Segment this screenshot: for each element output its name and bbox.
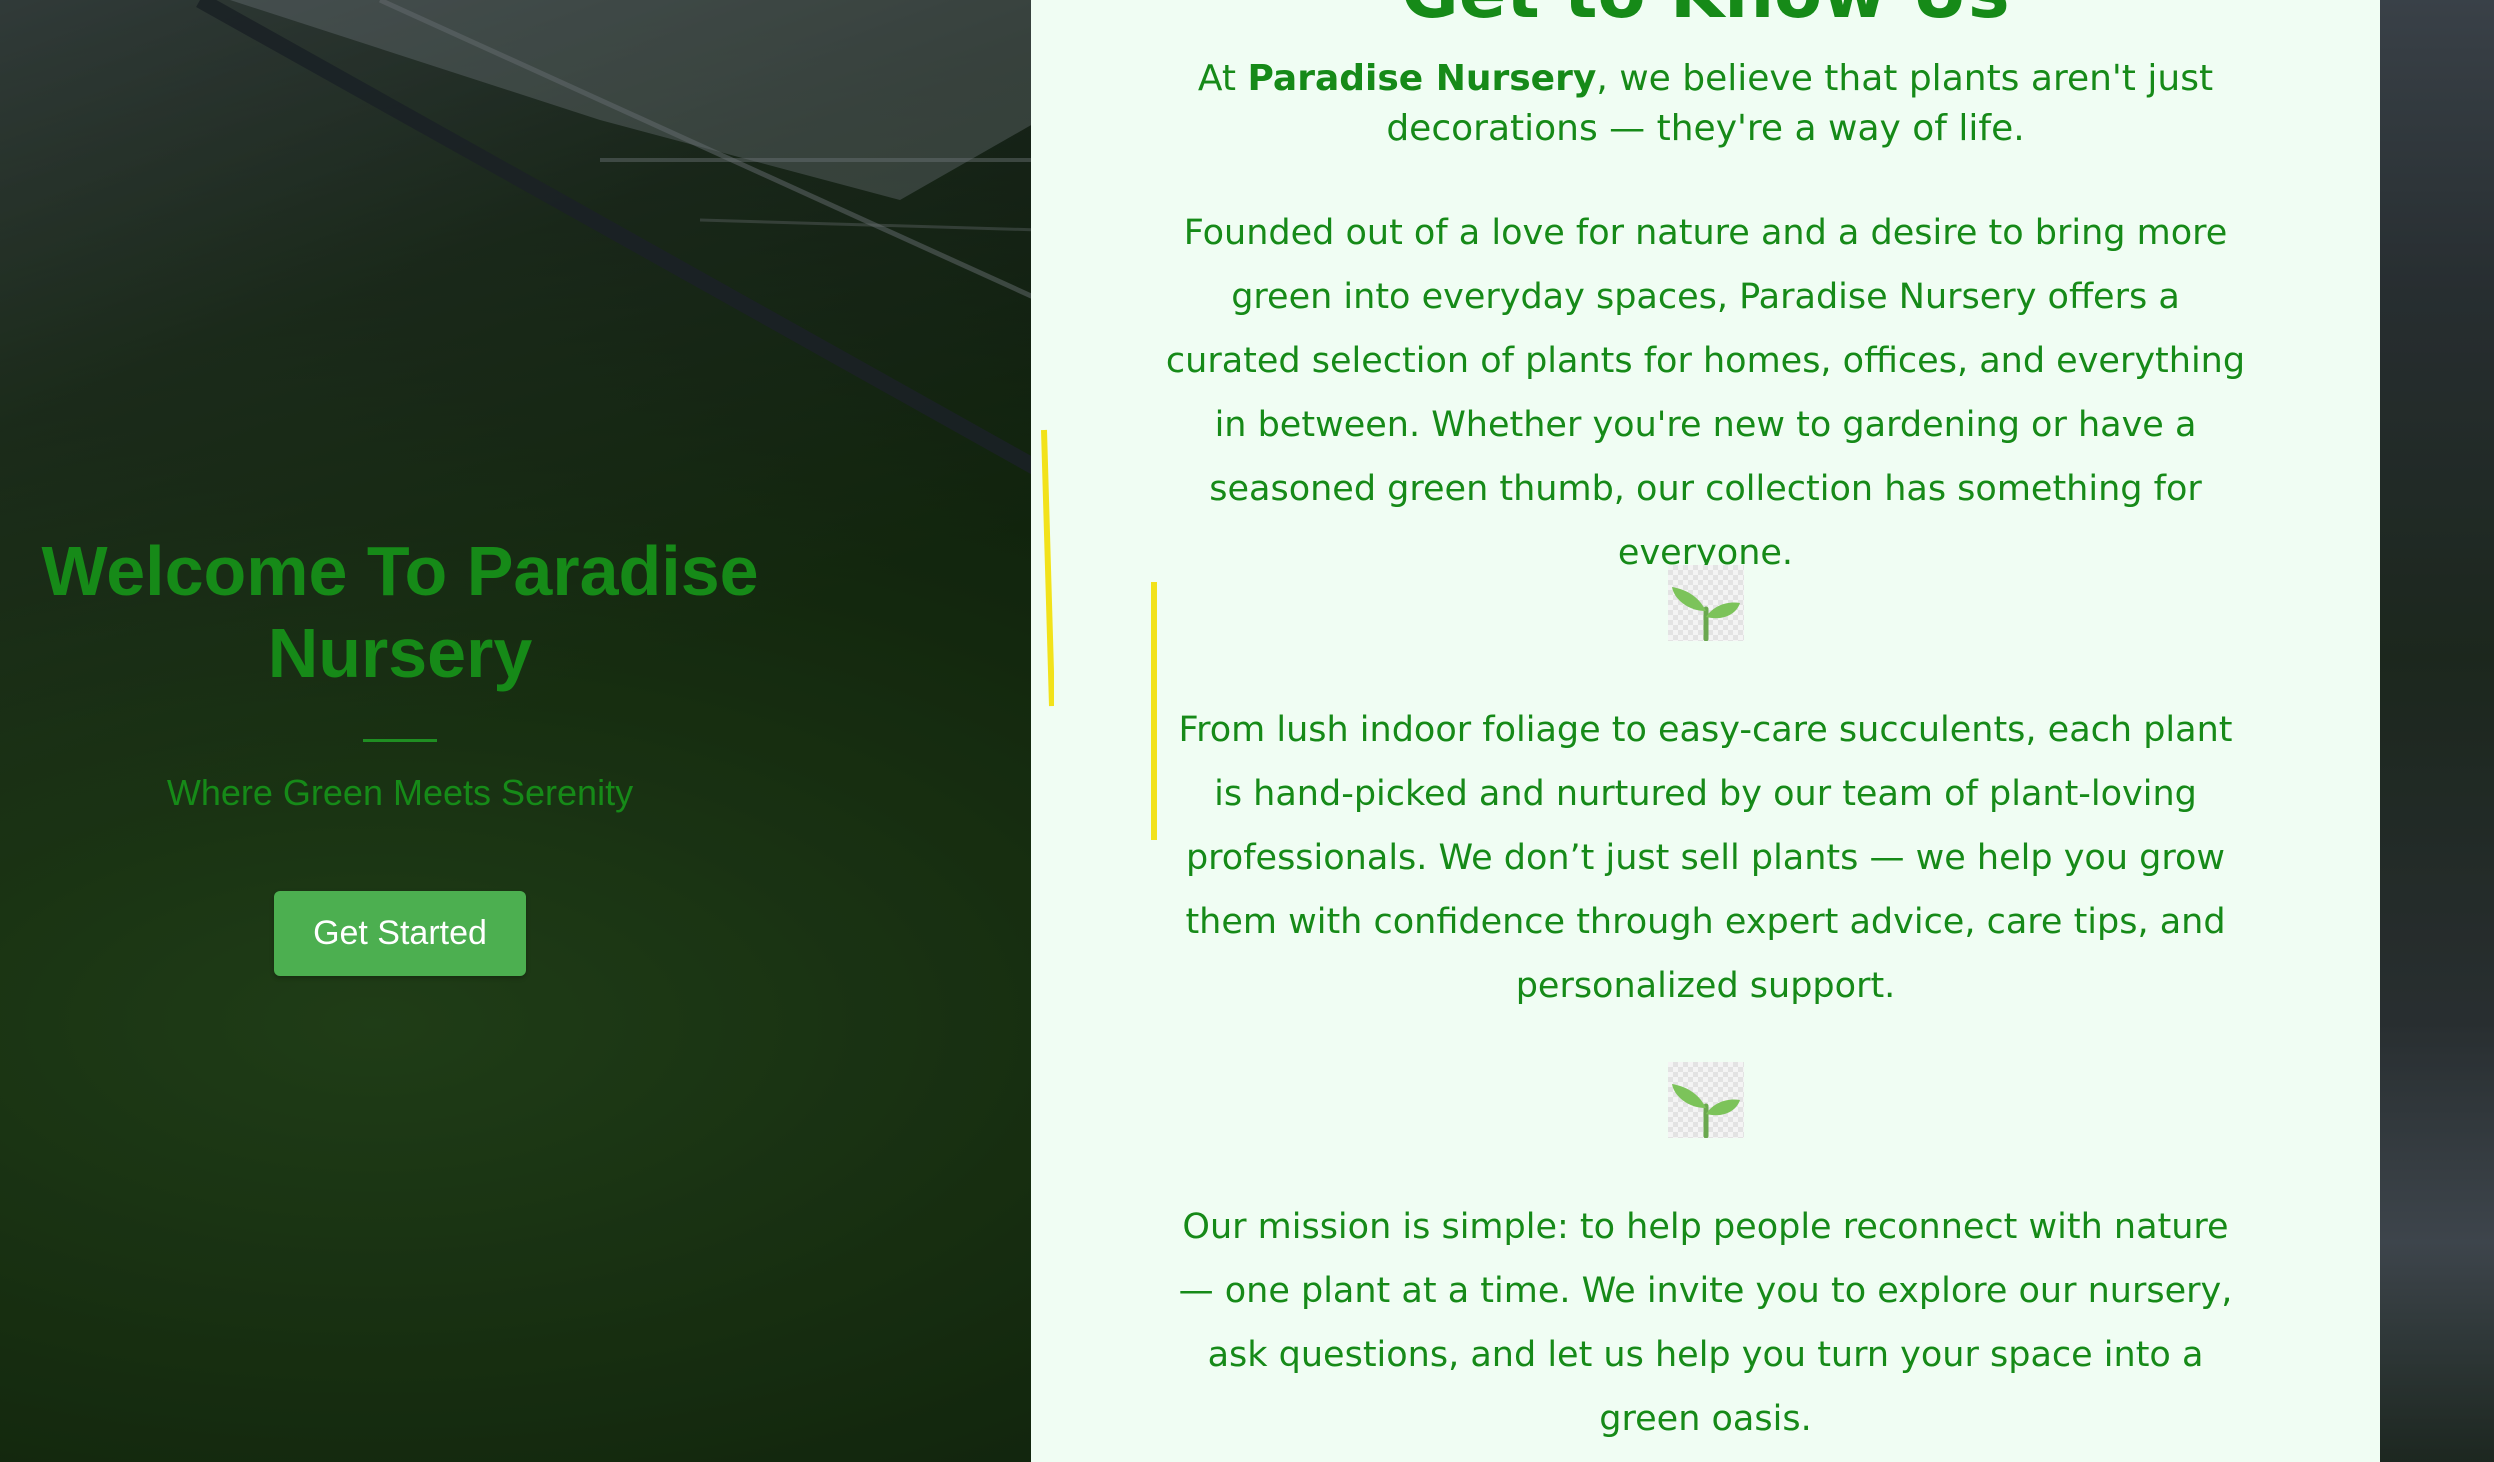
intro-prefix: At bbox=[1197, 58, 1248, 99]
about-paragraph: Our mission is simple: to help people re… bbox=[1178, 1207, 2233, 1439]
about-paragraph: From lush indoor foliage to easy-care su… bbox=[1178, 710, 2233, 1006]
hero-section: Welcome To Paradise Nursery Where Green … bbox=[0, 0, 1031, 1462]
seedling-icon bbox=[1668, 1062, 1744, 1138]
intro-brand: Paradise Nursery bbox=[1247, 58, 1597, 99]
about-intro: At Paradise Nursery, we believe that pla… bbox=[1091, 54, 2320, 154]
page: Welcome To Paradise Nursery Where Green … bbox=[0, 0, 2494, 1462]
about-paragraph: Founded out of a love for nature and a d… bbox=[1165, 213, 2246, 573]
hero-divider bbox=[363, 739, 437, 742]
about-title: Get to Know Us bbox=[1031, 0, 2380, 34]
get-started-button[interactable]: Get Started bbox=[274, 891, 526, 976]
hero-tagline: Where Green Meets Serenity bbox=[166, 772, 634, 813]
highlight-mark bbox=[1151, 582, 1157, 840]
seedling-icon bbox=[1668, 565, 1744, 641]
about-section: Get to Know Us At Paradise Nursery, we b… bbox=[1031, 0, 2380, 1462]
hero-title: Welcome To Paradise Nursery bbox=[41, 532, 759, 692]
